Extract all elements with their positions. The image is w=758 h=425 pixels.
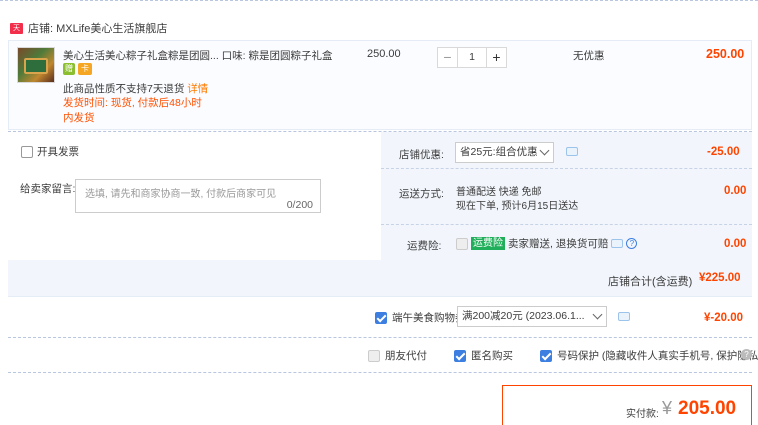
payment-amount: 205.00 [678, 398, 737, 419]
invoice-label: 开具发票 [37, 146, 79, 158]
insurance-text: 卖家赠送, 退换货可赔 [508, 238, 609, 250]
insurance-value: 0.00 [724, 238, 747, 250]
coupon-select[interactable]: 满200减20元 (2023.06.1... [457, 306, 607, 327]
card-icon[interactable]: 卡 [78, 63, 92, 75]
privacy-label: 号码保护 (隐藏收件人真实手机号, 保护隐私) [557, 350, 758, 362]
message-placeholder: 选填, 请先和商家协商一致, 付款后商家可见 [85, 189, 277, 200]
top-divider [0, 0, 758, 4]
shop-total-value: ¥225.00 [699, 272, 741, 284]
chevron-down-icon [592, 309, 603, 320]
quantity-stepper: − 1 + [437, 47, 507, 68]
question-icon[interactable]: ? [741, 349, 752, 360]
shop-total-label: 店铺合计(含运费) [608, 276, 693, 288]
help-icon[interactable]: ? [626, 238, 638, 249]
increase-button[interactable]: + [486, 47, 507, 68]
message-icon[interactable] [618, 312, 630, 321]
shop-name[interactable]: 店铺: MXLife美心生活旗舰店 [28, 20, 167, 36]
ship-place: 内发货 [63, 112, 95, 124]
decrease-button[interactable]: − [437, 47, 458, 68]
insurance-checkbox [456, 237, 468, 250]
payment-label: 实付款: [626, 409, 659, 420]
shipping-value: 0.00 [724, 185, 747, 197]
message-count: 0/200 [286, 199, 313, 211]
shop-header: 天猫 店铺: MXLife美心生活旗舰店 [10, 20, 167, 43]
message-icon[interactable] [611, 239, 624, 248]
coupon-label: 端午美食购物券 [392, 312, 466, 324]
invoice-option[interactable]: 开具发票 [21, 144, 79, 159]
shipping-label: 运送方式: [399, 188, 444, 200]
product-thumbnail[interactable] [17, 47, 55, 83]
anonymous-checkbox[interactable] [454, 349, 466, 362]
currency-symbol: ¥ [662, 398, 673, 418]
return-note: 此商品性质不支持7天退货 详情 [63, 83, 209, 95]
divider [8, 372, 752, 373]
unit-price: 250.00 [367, 48, 401, 60]
coupon-option[interactable]: 端午美食购物券 [375, 310, 466, 325]
service-badges: 赠 卡 [63, 63, 92, 75]
shop-discount-select[interactable]: 省25元:组合优惠 [455, 142, 554, 163]
extra-options: 朋友代付 匿名购买 号码保护 (隐藏收件人真实手机号, 保护隐私) [368, 348, 758, 363]
insurance-option: 运费险 卖家赠送, 退换货可赔 ? [456, 236, 638, 251]
quantity-input[interactable]: 1 [458, 47, 486, 68]
insurance-tag: 运费险 [471, 237, 505, 250]
invoice-checkbox[interactable] [21, 145, 33, 158]
item-subtotal: 250.00 [706, 47, 745, 61]
tmall-icon: 天猫 [10, 22, 23, 43]
coupon-value: ¥-20.00 [704, 312, 744, 324]
divider [381, 168, 752, 169]
friend-pay-label: 朋友代付 [385, 350, 427, 362]
insurance-label: 运费险: [407, 240, 442, 252]
shop-discount-label: 店铺优惠: [399, 149, 444, 161]
message-input[interactable]: 选填, 请先和商家协商一致, 付款后商家可见 0/200 [75, 179, 321, 213]
item-discount: 无优惠 [573, 50, 605, 62]
shipping-method: 普通配送 快递 免邮 现在下单, 预计6月15日送达 [456, 187, 579, 212]
shop-discount-value: -25.00 [707, 146, 740, 158]
chevron-down-icon [539, 145, 550, 156]
message-label: 给卖家留言: [20, 183, 76, 195]
gift-icon[interactable]: 赠 [63, 63, 75, 75]
detail-link[interactable]: 详情 [187, 83, 208, 95]
privacy-checkbox[interactable] [540, 349, 552, 362]
divider [381, 224, 752, 225]
friend-pay-checkbox[interactable] [368, 349, 380, 362]
ship-time: 发货时间: 现货, 付款后48小时 [63, 97, 202, 109]
divider [8, 337, 752, 338]
message-icon[interactable] [566, 147, 578, 156]
anonymous-label: 匿名购买 [471, 350, 513, 362]
product-title[interactable]: 美心生活美心粽子礼盒粽是团圆... 口味: 粽是团圆粽子礼盒 [63, 48, 333, 63]
coupon-checkbox[interactable] [375, 311, 387, 324]
